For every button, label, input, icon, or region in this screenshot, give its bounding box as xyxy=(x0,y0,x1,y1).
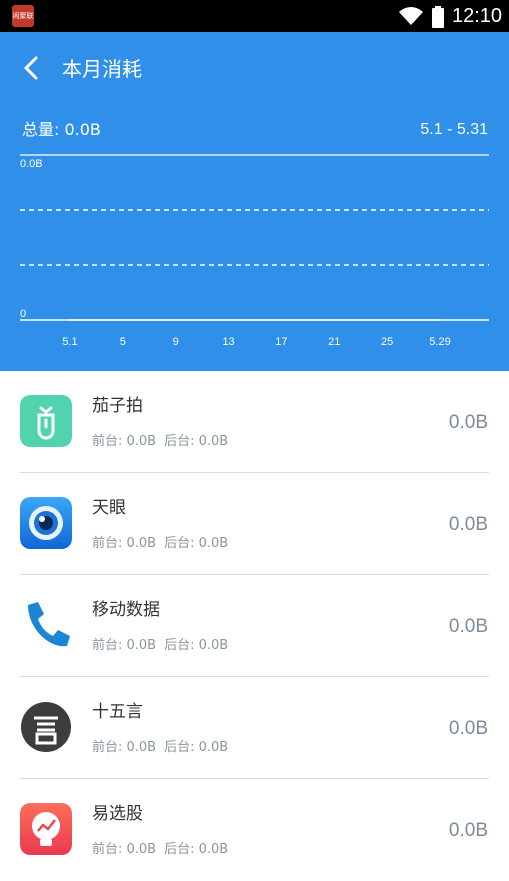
app-row[interactable]: 天眼 前台: 0.0B 后台: 0.0B 0.0B xyxy=(0,473,509,575)
x-tick-label: 9 xyxy=(173,336,179,348)
battery-icon xyxy=(432,6,444,28)
y-tick-label-bottom: 0 xyxy=(20,308,26,320)
foreground-usage: 前台: 0.0B xyxy=(92,536,157,551)
stock-chart-icon xyxy=(20,803,72,855)
app-name: 移动数据 xyxy=(92,600,160,620)
app-name: 茄子拍 xyxy=(92,396,143,416)
wifi-icon xyxy=(399,7,423,25)
date-range-label: 5.1 - 5.31 xyxy=(420,121,488,138)
app-detail: 前台: 0.0B 后台: 0.0B xyxy=(92,841,236,859)
app-row[interactable]: 移动数据 前台: 0.0B 后台: 0.0B 0.0B xyxy=(0,575,509,677)
background-usage: 后台: 0.0B xyxy=(164,638,229,653)
app-usage-value: 0.0B xyxy=(448,616,488,637)
app-usage-value: 0.0B xyxy=(448,718,488,739)
app-row[interactable]: 茄子拍 前台: 0.0B 后台: 0.0B 0.0B xyxy=(0,371,509,473)
background-usage: 后台: 0.0B xyxy=(164,740,229,755)
eye-icon xyxy=(20,497,72,549)
app-usage-value: 0.0B xyxy=(448,412,488,433)
foreground-usage: 前台: 0.0B xyxy=(92,434,157,449)
foreground-usage: 前台: 0.0B xyxy=(92,638,157,653)
y-tick-label-top: 0.0B xyxy=(20,158,43,170)
eggplant-icon xyxy=(20,395,72,447)
x-tick-label: 21 xyxy=(328,336,340,348)
app-detail: 前台: 0.0B 后台: 0.0B xyxy=(92,637,236,655)
x-tick-label: 17 xyxy=(275,336,287,348)
app-name: 十五言 xyxy=(92,702,143,722)
background-usage: 后台: 0.0B xyxy=(164,842,229,857)
foreground-usage: 前台: 0.0B xyxy=(92,740,157,755)
app-usage-list: 茄子拍 前台: 0.0B 后台: 0.0B 0.0B 天眼 前台: 0.0B 后台:… xyxy=(0,371,509,881)
usage-header: 本月消耗 总量: 0.0B 5.1 - 5.31 0.0B 0 5.1 5 9 13 1… xyxy=(0,32,509,371)
app-usage-value: 0.0B xyxy=(448,514,488,535)
x-tick-label: 5.1 xyxy=(62,336,77,348)
app-row[interactable]: 十五言 前台: 0.0B 后台: 0.0B 0.0B xyxy=(0,677,509,779)
background-usage: 后台: 0.0B xyxy=(164,536,229,551)
foreground-usage: 前台: 0.0B xyxy=(92,842,157,857)
app-row[interactable]: 易选股 前台: 0.0B 后台: 0.0B 0.0B xyxy=(0,779,509,881)
status-time: 12:10 xyxy=(452,5,503,27)
app-detail: 前台: 0.0B 后台: 0.0B xyxy=(92,433,236,451)
x-tick-label: 13 xyxy=(222,336,234,348)
x-tick-label: 25 xyxy=(381,336,393,348)
back-arrow-icon[interactable] xyxy=(18,54,46,82)
app-detail: 前台: 0.0B 后台: 0.0B xyxy=(92,739,236,757)
phone-icon xyxy=(28,602,70,647)
background-usage: 后台: 0.0B xyxy=(164,434,229,449)
speech-icon xyxy=(21,702,71,752)
status-bar: 闲聚联 12:10 xyxy=(0,0,509,32)
page-title: 本月消耗 xyxy=(62,57,142,81)
usage-chart: 0.0B 0 5.1 5 9 13 17 21 25 5.29 xyxy=(20,154,489,348)
x-tick-label: 5 xyxy=(120,336,126,348)
x-tick-label: 5.29 xyxy=(429,336,450,348)
app-name: 易选股 xyxy=(92,804,143,824)
app-usage-value: 0.0B xyxy=(448,820,488,841)
total-usage-label: 总量: 0.0B xyxy=(22,120,101,139)
app-detail: 前台: 0.0B 后台: 0.0B xyxy=(92,535,236,553)
notification-app-icon: 闲聚联 xyxy=(12,5,34,27)
app-name: 天眼 xyxy=(92,498,126,518)
